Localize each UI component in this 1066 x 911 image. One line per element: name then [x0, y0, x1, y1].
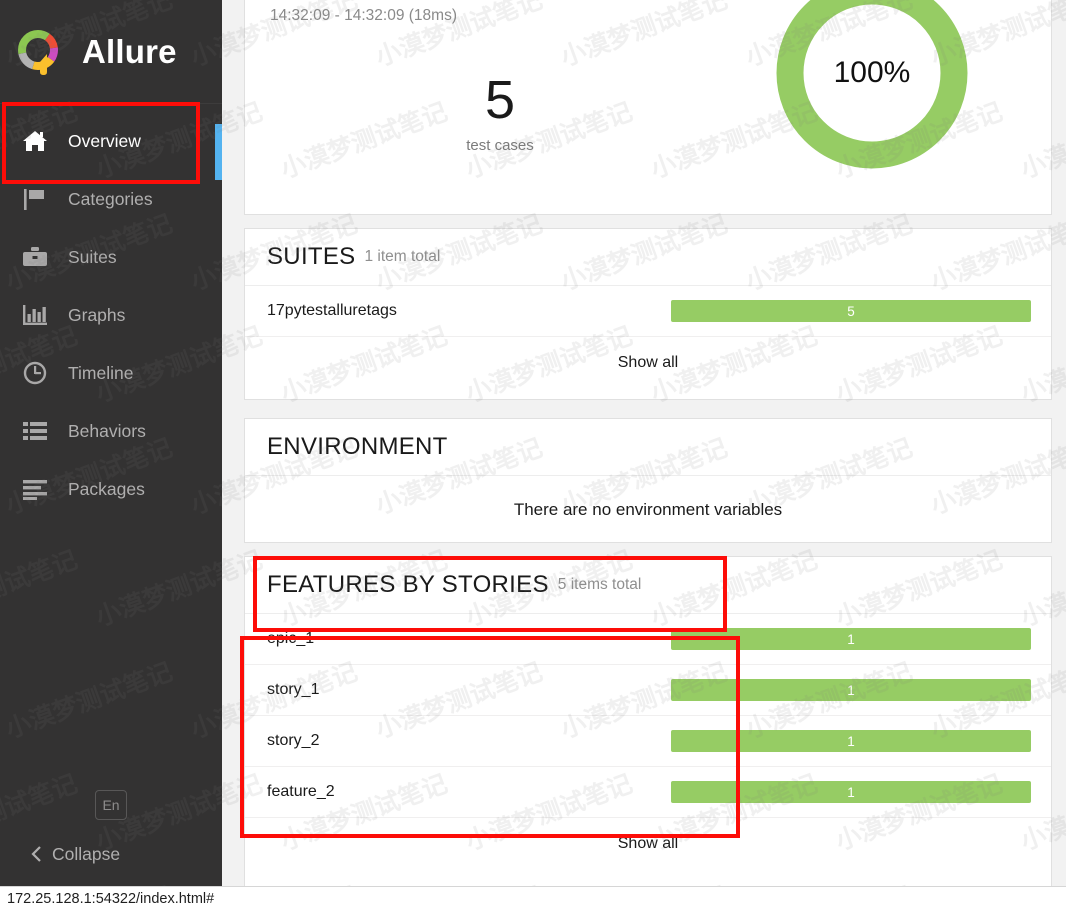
- environment-panel: ENVIRONMENT There are no environment var…: [244, 418, 1052, 543]
- suite-passed-bar: 5: [671, 300, 1031, 322]
- features-title: FEATURES BY STORIES: [267, 571, 549, 599]
- sidebar-item-label: Overview: [68, 131, 141, 152]
- chevron-left-icon: [22, 844, 52, 864]
- feature-name: feature_2: [245, 783, 649, 801]
- flag-icon: [18, 187, 52, 211]
- allure-report-window: Allure Overview: [0, 0, 1066, 911]
- features-show-all-button[interactable]: Show all: [245, 818, 1051, 870]
- feature-passed-bar: 1: [671, 730, 1031, 752]
- features-header: FEATURES BY STORIES 5 items total: [245, 557, 1051, 614]
- table-row[interactable]: epic_1 1: [245, 614, 1051, 665]
- sidebar-item-label: Behaviors: [68, 421, 146, 442]
- suites-subtitle: 1 item total: [364, 248, 440, 266]
- table-row[interactable]: 17pytestalluretags 5: [245, 286, 1051, 337]
- features-subtitle: 5 items total: [558, 576, 642, 594]
- sidebar-item-label: Packages: [68, 479, 145, 500]
- sidebar-item-label: Suites: [68, 247, 117, 268]
- summary-panel: 14:32:09 - 14:32:09 (18ms) 5 test cases …: [244, 0, 1052, 215]
- environment-empty-message: There are no environment variables: [245, 476, 1051, 543]
- features-by-stories-panel: FEATURES BY STORIES 5 items total epic_1…: [244, 556, 1052, 886]
- suites-panel: SUITES 1 item total 17pytestalluretags 5…: [244, 228, 1052, 400]
- suite-name: 17pytestalluretags: [245, 302, 649, 320]
- environment-header: ENVIRONMENT: [245, 419, 1051, 476]
- table-row[interactable]: feature_2 1: [245, 767, 1051, 818]
- suites-show-all-button[interactable]: Show all: [245, 337, 1051, 389]
- pass-rate-label: 100%: [774, 0, 970, 171]
- collapse-button[interactable]: Collapse: [0, 836, 222, 872]
- sidebar-item-label: Categories: [68, 189, 153, 210]
- sidebar-item-behaviors[interactable]: Behaviors: [0, 402, 222, 460]
- feature-name: story_1: [245, 681, 649, 699]
- browser-status-bar: 172.25.128.1:54322/index.html#: [0, 886, 1066, 911]
- brand-name: Allure: [82, 33, 177, 71]
- sidebar-item-overview[interactable]: Overview: [0, 112, 222, 170]
- feature-name: epic_1: [245, 630, 649, 648]
- table-row[interactable]: story_2 1: [245, 716, 1051, 767]
- pass-rate-donut-chart: 100%: [774, 0, 970, 171]
- status-bar-url: 172.25.128.1:54322/index.html#: [7, 891, 214, 907]
- sidebar-item-label: Timeline: [68, 363, 133, 384]
- allure-donut-logo: [14, 26, 66, 78]
- list-icon: [18, 419, 52, 443]
- sidebar-footer: En Collapse: [0, 790, 222, 886]
- brand-header: Allure: [0, 0, 222, 104]
- sidebar-item-graphs[interactable]: Graphs: [0, 286, 222, 344]
- sidebar-item-packages[interactable]: Packages: [0, 460, 222, 518]
- lines-icon: [18, 477, 52, 501]
- test-case-count: 5: [385, 75, 615, 125]
- test-case-counter: 5 test cases: [385, 75, 615, 154]
- collapse-label: Collapse: [52, 844, 120, 865]
- briefcase-icon: [18, 245, 52, 269]
- test-case-count-label: test cases: [385, 137, 615, 154]
- feature-passed-bar: 1: [671, 679, 1031, 701]
- environment-title: ENVIRONMENT: [267, 433, 448, 461]
- sidebar-nav: Overview Categories: [0, 112, 222, 518]
- suites-title: SUITES: [267, 243, 355, 271]
- sidebar-item-suites[interactable]: Suites: [0, 228, 222, 286]
- suites-header: SUITES 1 item total: [245, 229, 1051, 286]
- run-timestamp: 14:32:09 - 14:32:09 (18ms): [270, 7, 457, 25]
- feature-name: story_2: [245, 732, 649, 750]
- bar-chart-icon: [18, 303, 52, 327]
- home-icon: [18, 129, 52, 153]
- clock-icon: [18, 361, 52, 385]
- sidebar-item-timeline[interactable]: Timeline: [0, 344, 222, 402]
- sidebar-item-label: Graphs: [68, 305, 125, 326]
- feature-passed-bar: 1: [671, 781, 1031, 803]
- content-area: 14:32:09 - 14:32:09 (18ms) 5 test cases …: [222, 0, 1066, 886]
- sidebar: Allure Overview: [0, 0, 222, 886]
- table-row[interactable]: story_1 1: [245, 665, 1051, 716]
- sidebar-item-categories[interactable]: Categories: [0, 170, 222, 228]
- feature-passed-bar: 1: [671, 628, 1031, 650]
- language-button[interactable]: En: [95, 790, 127, 820]
